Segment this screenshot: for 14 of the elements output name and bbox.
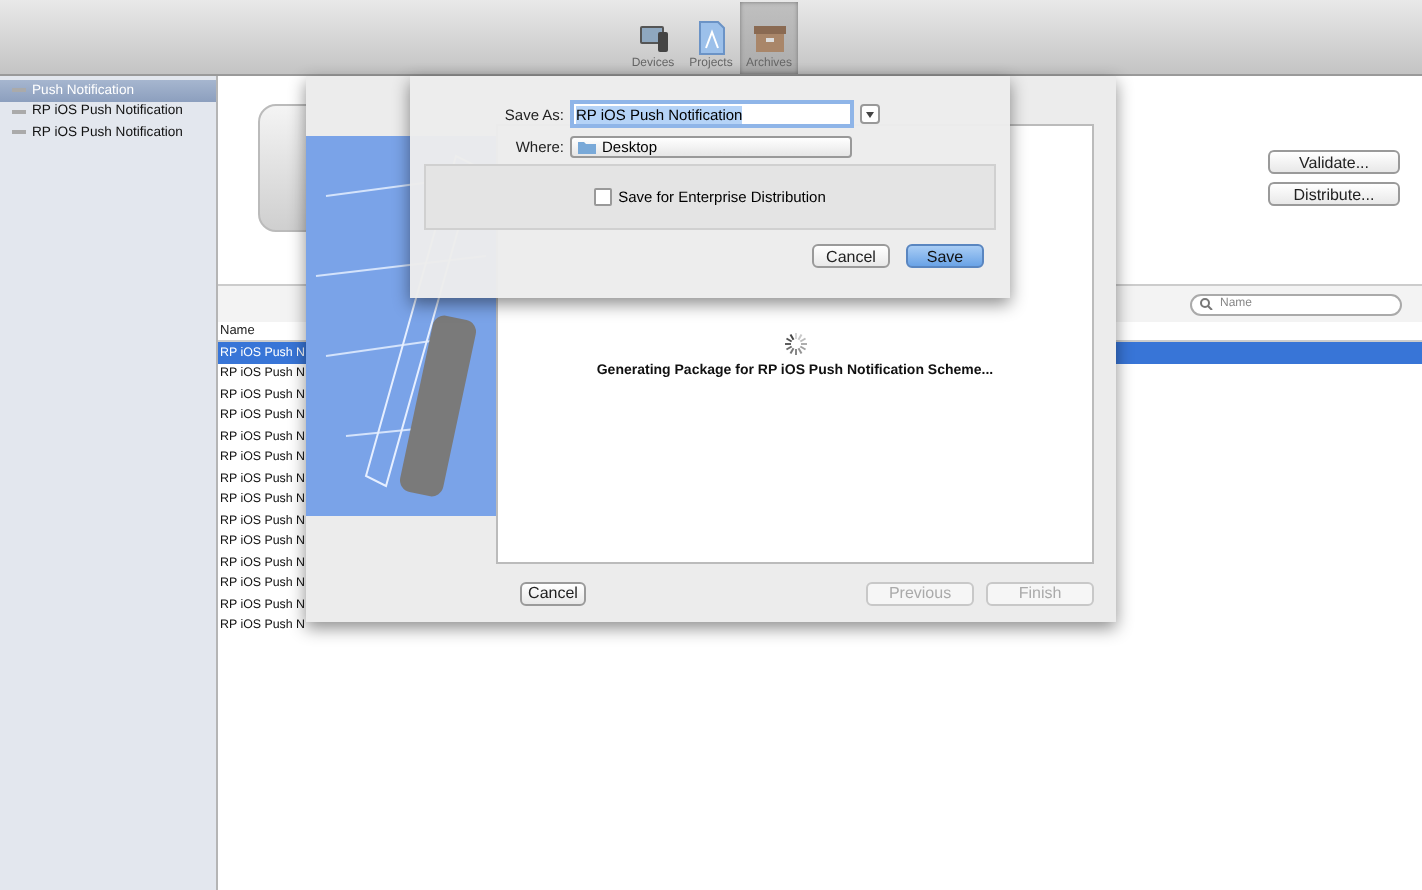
caret-icon (866, 111, 874, 117)
devices-icon (635, 20, 671, 56)
action-button[interactable]: Distribute... (1268, 182, 1400, 206)
wizard-button[interactable]: Cancel (520, 581, 586, 605)
document-icon (693, 20, 729, 56)
action-button[interactable]: Validate... (1268, 150, 1400, 174)
archive-box-icon (751, 20, 787, 56)
sheet-button[interactable]: Save (906, 244, 984, 268)
sheet-button[interactable]: Cancel (812, 244, 890, 268)
search-icon (1200, 298, 1214, 310)
spinner-icon (783, 332, 807, 356)
expand-button[interactable] (860, 104, 880, 124)
checkbox[interactable] (594, 188, 613, 206)
folder-icon (578, 139, 596, 153)
